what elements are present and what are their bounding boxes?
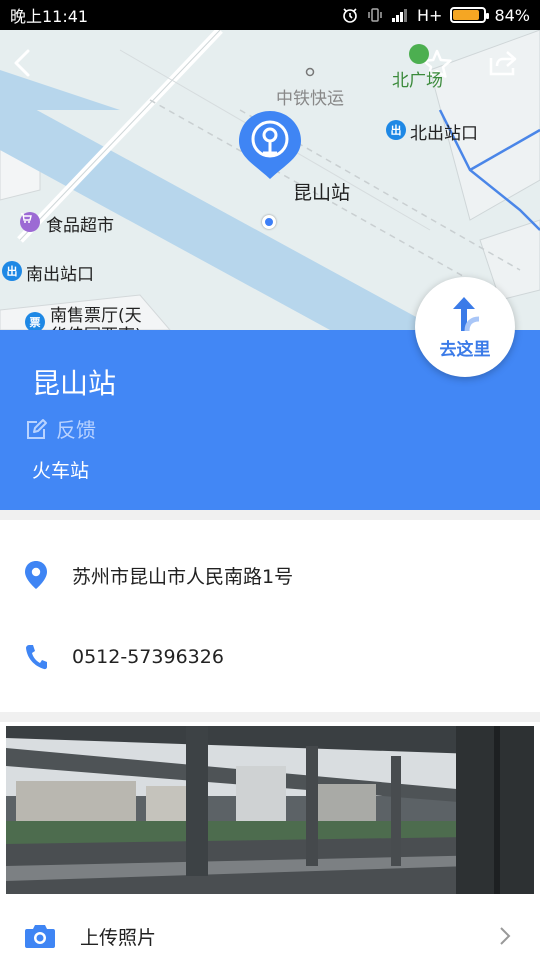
map-label-zhongtie: 中铁快运 [276,89,344,109]
place-category: 火车站 [32,460,90,482]
park-icon [409,44,429,64]
battery-icon [450,7,490,23]
station-marker[interactable] [237,109,303,189]
chevron-right-icon [498,926,512,950]
platform-photo-image [6,726,534,894]
location-dot [262,215,276,229]
feedback-label: 反馈 [56,418,96,442]
map-label-south-exit[interactable]: 南出站口 [26,260,94,285]
back-button[interactable] [10,48,50,88]
camera-icon [0,923,80,949]
share-icon [489,51,517,76]
exit-poi-icon: 出 [2,261,22,281]
back-arrow-icon [14,49,30,77]
address-row[interactable]: 苏州市昆山市人民南路1号 [0,540,540,610]
place-photo[interactable] [6,726,534,894]
battery-percent: 84% [494,5,530,25]
divider [0,510,540,520]
vibrate-icon [367,6,383,24]
map-label-station[interactable]: 昆山站 [293,178,350,205]
address-text: 苏州市昆山市人民南路1号 [72,565,294,588]
upload-photo-label: 上传照片 [80,926,157,949]
exit-poi-icon: 出 [386,120,406,140]
network-type: H+ [417,5,443,25]
location-pin-icon [0,560,72,590]
navigate-button[interactable]: 去这里 [415,277,515,377]
map-label-supermarket[interactable]: 食品超市 [46,211,114,236]
shopping-cart-icon [20,212,40,232]
map-label-south-ticket-line2: 华佳园西南) [50,321,142,330]
upload-photo-row[interactable]: 上传照片 [0,912,540,960]
share-button[interactable] [487,46,527,86]
phone-icon [0,643,72,671]
alarm-icon [341,6,359,24]
status-bar: 晚上11:41 H+ 84% [0,0,540,30]
status-time: 晚上11:41 [10,7,89,26]
navigate-label: 去这里 [439,339,491,360]
map-label-beiguangchang: 北广场 [392,71,443,91]
edit-icon [27,418,47,439]
ticket-poi-icon: 票 [25,312,45,330]
phone-row[interactable]: 0512-57396326 [0,622,540,692]
divider [0,712,540,722]
phone-number[interactable]: 0512-57396326 [72,646,224,668]
train-station-pin-icon [239,111,301,179]
signal-icon [391,7,409,23]
place-title: 昆山站 [32,367,117,400]
feedback-button[interactable]: 反馈 [26,414,96,443]
route-arrow-icon [453,296,480,331]
map-label-north-exit[interactable]: 北出站口 [410,119,478,144]
